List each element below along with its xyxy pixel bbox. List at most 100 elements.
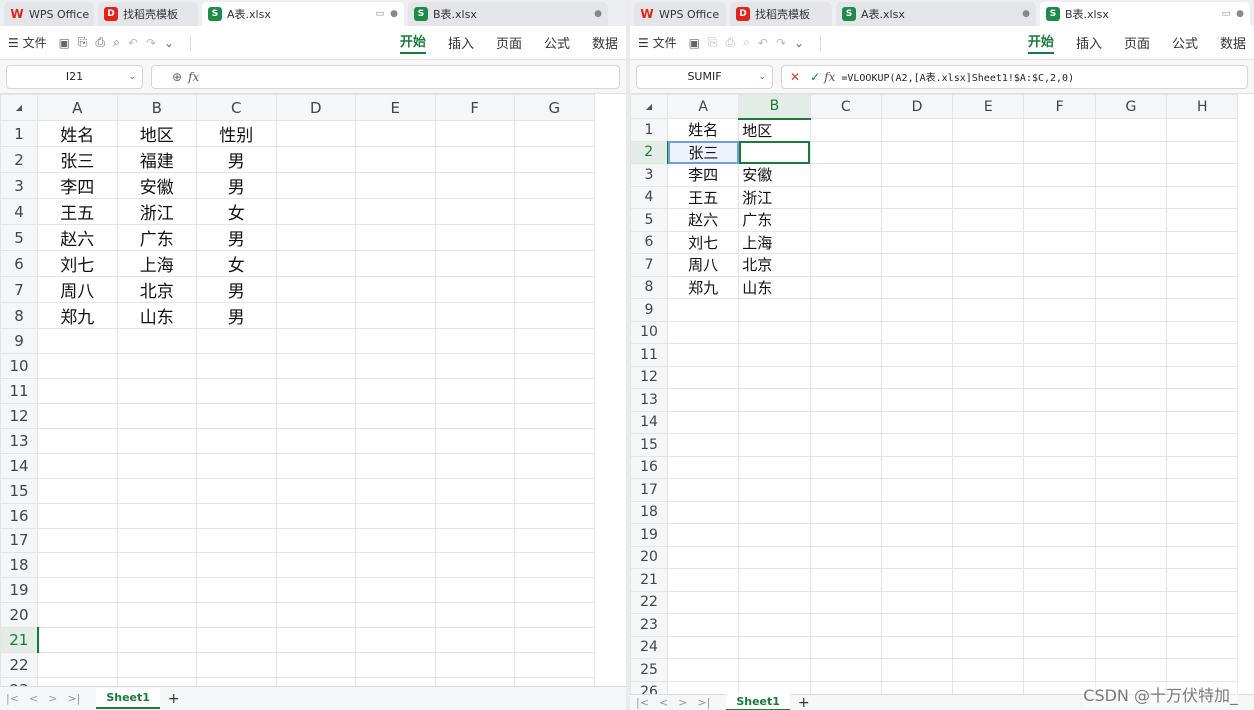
row-header[interactable]: 11: [0, 377, 38, 404]
cell[interactable]: [666, 590, 740, 614]
cell[interactable]: [514, 120, 595, 147]
cell[interactable]: [952, 118, 1025, 142]
cell[interactable]: [952, 545, 1025, 569]
cell[interactable]: [809, 635, 882, 659]
column-header[interactable]: F: [434, 94, 515, 121]
cell[interactable]: [738, 140, 811, 164]
cell[interactable]: [514, 552, 595, 579]
column-header[interactable]: G: [1094, 94, 1168, 119]
cell[interactable]: [1094, 658, 1168, 682]
cell[interactable]: [275, 677, 356, 686]
cell[interactable]: [1094, 140, 1168, 164]
cell[interactable]: [809, 433, 882, 457]
cell[interactable]: [434, 172, 515, 199]
column-header[interactable]: A: [666, 94, 740, 119]
cell[interactable]: [880, 388, 954, 412]
menu-formula[interactable]: 公式: [1172, 33, 1198, 52]
cell[interactable]: [1023, 365, 1096, 389]
cell[interactable]: [952, 478, 1025, 502]
cell[interactable]: [434, 552, 515, 579]
cell[interactable]: [275, 146, 356, 173]
first-sheet-icon[interactable]: |<: [6, 692, 19, 705]
column-header[interactable]: C: [196, 94, 277, 121]
cell[interactable]: [738, 613, 811, 637]
cell[interactable]: 上海: [738, 230, 811, 254]
cell[interactable]: [952, 433, 1025, 457]
cell[interactable]: [880, 410, 954, 434]
cell[interactable]: 郑九: [666, 275, 740, 299]
cell[interactable]: 地区: [116, 120, 197, 147]
cell[interactable]: [37, 527, 118, 554]
cell[interactable]: 浙江: [116, 198, 197, 225]
cell[interactable]: [809, 500, 882, 524]
cell[interactable]: [196, 527, 277, 554]
cell[interactable]: 王五: [37, 198, 118, 225]
cell[interactable]: [514, 250, 595, 277]
menu-home[interactable]: 开始: [399, 31, 426, 54]
cell[interactable]: [275, 328, 356, 354]
cell[interactable]: [880, 320, 954, 344]
cell[interactable]: [275, 120, 356, 147]
cell[interactable]: [514, 427, 595, 454]
sheet-tab[interactable]: Sheet1: [726, 694, 790, 710]
cell[interactable]: [1023, 275, 1096, 299]
select-all-corner[interactable]: ◢: [630, 94, 668, 119]
cell[interactable]: [116, 477, 197, 504]
confirm-icon[interactable]: ✓: [810, 70, 820, 84]
cell[interactable]: [37, 477, 118, 504]
add-sheet-icon[interactable]: +: [798, 695, 810, 710]
cell[interactable]: [738, 523, 811, 547]
unsaved-dot-icon[interactable]: ●: [1236, 9, 1244, 19]
cell[interactable]: [952, 253, 1025, 277]
cell[interactable]: [1023, 208, 1096, 232]
cell[interactable]: [514, 477, 595, 504]
cell[interactable]: [880, 163, 954, 187]
cell[interactable]: [738, 500, 811, 524]
cell[interactable]: [1023, 298, 1096, 322]
row-header[interactable]: 19: [0, 577, 38, 604]
column-header[interactable]: H: [1166, 94, 1239, 119]
cell[interactable]: [275, 402, 356, 429]
cell[interactable]: [514, 577, 595, 604]
share-icon[interactable]: ⎘: [708, 35, 718, 50]
row-header[interactable]: 25: [630, 658, 668, 682]
save-icon[interactable]: ▣: [689, 36, 700, 50]
redo-icon[interactable]: ↷: [146, 36, 156, 50]
cell[interactable]: [434, 452, 515, 479]
cell[interactable]: [434, 250, 515, 277]
row-header[interactable]: 15: [630, 433, 668, 457]
cell[interactable]: [1094, 118, 1168, 142]
row-header[interactable]: 14: [630, 410, 668, 434]
cell[interactable]: [1023, 545, 1096, 569]
menu-data[interactable]: 数据: [592, 33, 618, 52]
cell[interactable]: 福建: [116, 146, 197, 173]
cell[interactable]: [434, 527, 515, 554]
cell[interactable]: [1094, 455, 1168, 479]
cell[interactable]: [355, 146, 436, 173]
cell[interactable]: [1166, 410, 1239, 434]
row-header[interactable]: 6: [0, 250, 38, 277]
cell[interactable]: [434, 377, 515, 404]
cell[interactable]: [809, 545, 882, 569]
cell[interactable]: [666, 545, 740, 569]
file-menu-button[interactable]: ☰ 文件: [638, 34, 677, 51]
cell[interactable]: [1023, 185, 1096, 209]
cell[interactable]: [1094, 320, 1168, 344]
cell[interactable]: [666, 523, 740, 547]
cell[interactable]: [1023, 230, 1096, 254]
cell[interactable]: [952, 365, 1025, 389]
cell[interactable]: 赵六: [666, 208, 740, 232]
cell[interactable]: [1094, 253, 1168, 277]
cell[interactable]: [37, 602, 118, 629]
cell[interactable]: [1023, 388, 1096, 412]
column-header[interactable]: D: [275, 94, 356, 121]
cell[interactable]: [514, 627, 595, 654]
cell[interactable]: [1023, 613, 1096, 637]
cell[interactable]: [514, 146, 595, 173]
select-all-corner[interactable]: ◢: [0, 94, 38, 121]
menu-insert[interactable]: 插入: [1076, 33, 1102, 52]
cell[interactable]: [116, 527, 197, 554]
cell[interactable]: [275, 250, 356, 277]
cell[interactable]: [514, 652, 595, 679]
cell[interactable]: 男: [196, 224, 277, 251]
